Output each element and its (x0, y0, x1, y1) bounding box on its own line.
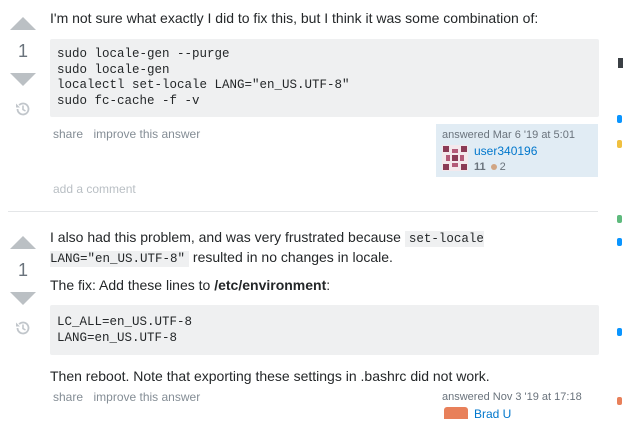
share-link[interactable]: share (53, 127, 83, 141)
vote-cell: 1 (0, 236, 46, 337)
add-comment-link[interactable]: add a comment (53, 182, 136, 196)
upvote-arrow-icon[interactable] (10, 17, 36, 30)
share-link[interactable]: share (53, 390, 83, 404)
text-segment: resulted in no changes in locale. (189, 249, 393, 265)
user-signature: answered Nov 3 '19 at 17:18 Brad U (436, 386, 598, 439)
answer-body: I also had this problem, and was very fr… (50, 228, 599, 385)
text-segment: The fix: Add these lines to (50, 277, 215, 293)
sidebar-icon (617, 115, 622, 123)
user-name-link[interactable]: user340196 (474, 144, 537, 158)
sidebar-icon (617, 397, 622, 405)
code-block: sudo locale-gen --purge sudo locale-gen … (50, 39, 599, 117)
right-sidebar-edge (615, 0, 623, 416)
sidebar-icon (617, 140, 622, 148)
history-icon[interactable] (14, 100, 32, 118)
sidebar-icon (617, 215, 622, 223)
user-signature: answered Mar 6 '19 at 5:01 user340196 11… (436, 124, 598, 177)
downvote-arrow-icon[interactable] (10, 292, 36, 305)
improve-answer-link[interactable]: improve this answer (93, 127, 200, 141)
answered-timestamp: answered Mar 6 '19 at 5:01 (442, 129, 575, 141)
code-block: LC_ALL=en_US.UTF-8 LANG=en_US.UTF-8 (50, 305, 599, 355)
vote-count: 1 (17, 260, 28, 280)
reputation-score: 11 (474, 161, 486, 173)
file-path: /etc/environment (214, 277, 327, 293)
downvote-arrow-icon[interactable] (10, 73, 36, 86)
user-avatar[interactable] (442, 145, 468, 171)
answer-body: I'm not sure what exactly I did to fix t… (50, 9, 599, 117)
bronze-badge-count: 2 (499, 161, 506, 173)
answer-text: I'm not sure what exactly I did to fix t… (50, 10, 539, 26)
user-avatar[interactable] (444, 407, 468, 419)
answer-text: The fix: Add these lines to /etc/environ… (50, 276, 599, 294)
bronze-badge-icon (490, 163, 497, 170)
answer-text: Then reboot. Note that exporting these s… (50, 368, 490, 384)
answered-timestamp: answered Nov 3 '19 at 17:18 (442, 391, 582, 403)
sidebar-heading-fragment (618, 58, 623, 68)
reputation: 11 2 (474, 161, 506, 173)
post-menu: share improve this answer (53, 125, 206, 143)
post-menu: share improve this answer (53, 388, 206, 406)
text-segment: I also had this problem, and was very fr… (50, 229, 405, 245)
vote-count: 1 (17, 41, 28, 61)
answer-divider (8, 211, 598, 212)
text-segment: : (326, 277, 331, 293)
history-icon[interactable] (14, 319, 32, 337)
sidebar-icon (617, 328, 622, 336)
vote-cell: 1 (0, 17, 46, 118)
sidebar-icon (617, 238, 622, 246)
upvote-arrow-icon[interactable] (10, 236, 36, 249)
answer-text: I also had this problem, and was very fr… (50, 228, 599, 268)
user-name-link[interactable]: Brad U (474, 407, 511, 421)
improve-answer-link[interactable]: improve this answer (93, 390, 200, 404)
